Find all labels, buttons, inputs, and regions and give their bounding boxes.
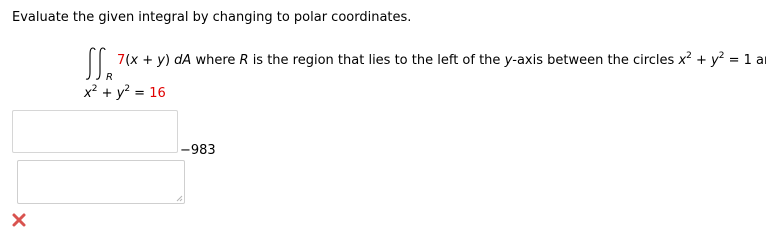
integrand-close-paren: )	[164, 53, 171, 68]
circle2-plus: +	[97, 86, 117, 101]
problem-statement-continued: x2 + y2 = 16	[84, 85, 166, 102]
circle2-equals: =	[130, 86, 150, 101]
resize-grip-icon[interactable]	[176, 195, 183, 202]
circle2-x: x	[84, 86, 92, 101]
integral-region-subscript: R	[106, 72, 113, 83]
integrand-text: 7(x + y) dA where R is the region that l…	[117, 52, 766, 69]
text-axis: -axis between the circles	[512, 53, 679, 68]
submitted-answer-value: −983	[180, 143, 216, 158]
circle1-x: x	[678, 53, 687, 68]
question-instruction: Evaluate the given integral by changing …	[12, 10, 412, 25]
integrand-x: x	[130, 53, 139, 68]
text-where: where	[191, 53, 240, 68]
circle1-plus: +	[691, 53, 712, 68]
circle2-radius-squared: 16	[149, 86, 166, 101]
circle1-y: y	[711, 53, 719, 68]
integrand-plus: +	[138, 53, 158, 68]
integrand-da: dA	[174, 53, 192, 68]
work-area-textarea[interactable]	[17, 160, 185, 204]
answer-input[interactable]	[12, 110, 178, 153]
region-variable: R	[239, 53, 249, 68]
circle1-rhs: = 1 and	[728, 53, 766, 68]
text-region: is the region that lies to the left of t…	[248, 53, 505, 68]
integrand-y: y	[157, 53, 165, 68]
incorrect-x-icon	[12, 213, 26, 227]
